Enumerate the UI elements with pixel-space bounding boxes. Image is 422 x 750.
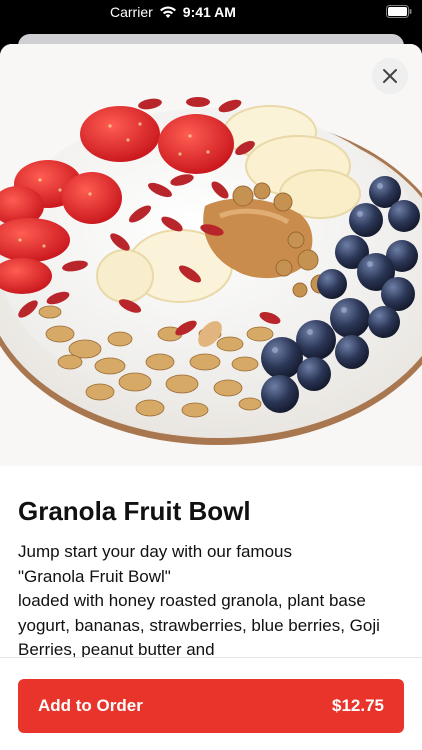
granola-fruit-bowl-photo [0, 44, 422, 466]
product-title: Granola Fruit Bowl [18, 496, 251, 526]
product-detail-sheet: Granola Fruit Bowl Jump start your day w… [0, 44, 422, 750]
add-to-order-label: Add to Order [38, 696, 143, 715]
close-button[interactable] [372, 58, 408, 94]
status-left: Carrier 9:41 AM [110, 4, 236, 20]
status-bar: Carrier 9:41 AM [0, 0, 422, 26]
product-image [0, 44, 422, 466]
price-label: $12.75 [332, 696, 384, 715]
product-description: Jump start your day with our famous "Gra… [18, 542, 380, 659]
screen: Carrier 9:41 AM Granola Fruit Bowl Jump … [0, 0, 422, 750]
battery-icon [386, 5, 412, 18]
carrier-label: Carrier [110, 4, 153, 20]
product-info: Granola Fruit Bowl Jump start your day w… [18, 494, 408, 662]
status-time: 9:41 AM [182, 4, 236, 20]
add-to-order-button[interactable]: Add to Order $12.75 [18, 679, 404, 733]
wifi-icon [159, 6, 176, 18]
close-icon [383, 69, 397, 83]
order-footer: Add to Order $12.75 [0, 657, 422, 750]
